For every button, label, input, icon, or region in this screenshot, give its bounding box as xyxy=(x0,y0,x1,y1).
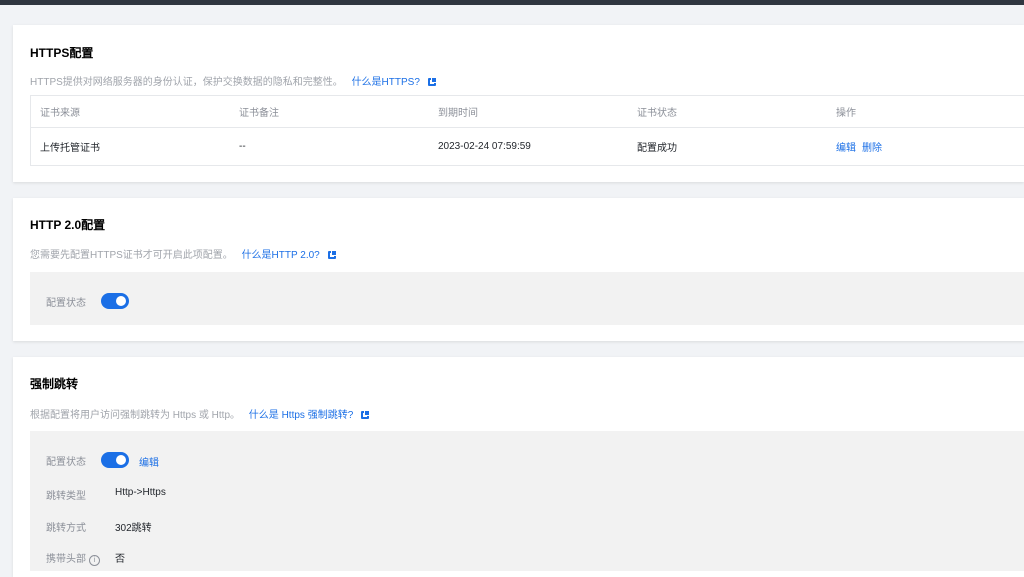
column-header-source: 证书来源 xyxy=(31,96,231,128)
http2-desc-text: 您需要先配置HTTPS证书才可开启此项配置。 xyxy=(30,250,233,261)
redirect-help-link[interactable]: 什么是 Https 强制跳转? xyxy=(249,410,353,421)
redirect-type-label: 跳转类型 xyxy=(46,487,86,502)
redirect-type-value: Http->Https xyxy=(115,487,166,498)
redirect-desc-text: 根据配置将用户访问强制跳转为 Https 或 Http。 xyxy=(30,410,240,421)
http2-help-link[interactable]: 什么是HTTP 2.0? xyxy=(242,250,320,261)
top-bar xyxy=(0,0,1024,5)
redirect-config-description: 根据配置将用户访问强制跳转为 Https 或 Http。 什么是 Https 强… xyxy=(30,406,369,421)
certificate-table: 证书来源 证书备注 到期时间 证书状态 操作 上传托管证书 -- 2023-02… xyxy=(30,95,1024,166)
cell-expire: 2023-02-24 07:59:59 xyxy=(429,128,628,166)
delete-cert-button[interactable]: 删除 xyxy=(862,143,882,154)
cell-note: -- xyxy=(230,128,429,166)
https-desc-text: HTTPS提供对网络服务器的身份认证，保护交换数据的隐私和完整性。 xyxy=(30,77,343,88)
redirect-method-label: 跳转方式 xyxy=(46,519,86,534)
cell-status: 配置成功 xyxy=(628,128,827,166)
column-header-status: 证书状态 xyxy=(628,96,827,128)
table-header-row: 证书来源 证书备注 到期时间 证书状态 操作 xyxy=(31,96,1024,128)
redirect-config-card: 强制跳转 根据配置将用户访问强制跳转为 Https 或 Http。 什么是 Ht… xyxy=(13,357,1024,577)
external-link-icon[interactable] xyxy=(361,411,369,419)
cell-source: 上传托管证书 xyxy=(31,128,231,166)
toggle-knob xyxy=(116,296,126,306)
external-link-icon[interactable] xyxy=(428,78,436,86)
cell-actions: 编辑删除 xyxy=(827,128,1024,166)
toggle-knob xyxy=(116,455,126,465)
https-config-description: HTTPS提供对网络服务器的身份认证，保护交换数据的隐私和完整性。 什么是HTT… xyxy=(30,73,436,88)
http2-status-label: 配置状态 xyxy=(46,294,86,309)
column-header-actions: 操作 xyxy=(827,96,1024,128)
https-config-title: HTTPS配置 xyxy=(30,44,93,61)
carry-header-value: 否 xyxy=(115,550,125,565)
table-row: 上传托管证书 -- 2023-02-24 07:59:59 配置成功 编辑删除 xyxy=(31,128,1024,166)
https-help-link[interactable]: 什么是HTTPS? xyxy=(352,77,420,88)
redirect-edit-button[interactable]: 编辑 xyxy=(139,454,159,469)
carry-header-label: 携带头部i xyxy=(46,550,100,566)
http2-toggle[interactable] xyxy=(101,293,129,309)
https-config-card: HTTPS配置 HTTPS提供对网络服务器的身份认证，保护交换数据的隐私和完整性… xyxy=(13,25,1024,182)
http2-config-card: HTTP 2.0配置 您需要先配置HTTPS证书才可开启此项配置。 什么是HTT… xyxy=(13,198,1024,341)
redirect-method-value: 302跳转 xyxy=(115,519,152,534)
redirect-settings-panel: 配置状态 编辑 跳转类型 Http->Https 跳转方式 302跳转 携带头部… xyxy=(30,431,1024,571)
http2-config-description: 您需要先配置HTTPS证书才可开启此项配置。 什么是HTTP 2.0? xyxy=(30,246,336,261)
column-header-note: 证书备注 xyxy=(230,96,429,128)
http2-config-title: HTTP 2.0配置 xyxy=(30,216,105,233)
redirect-toggle[interactable] xyxy=(101,452,129,468)
external-link-icon[interactable] xyxy=(328,251,336,259)
carry-header-text: 携带头部 xyxy=(46,554,86,565)
edit-cert-button[interactable]: 编辑 xyxy=(836,143,856,154)
redirect-config-title: 强制跳转 xyxy=(30,375,78,392)
http2-settings-panel: 配置状态 xyxy=(30,272,1024,325)
column-header-expire: 到期时间 xyxy=(429,96,628,128)
redirect-status-label: 配置状态 xyxy=(46,453,86,468)
